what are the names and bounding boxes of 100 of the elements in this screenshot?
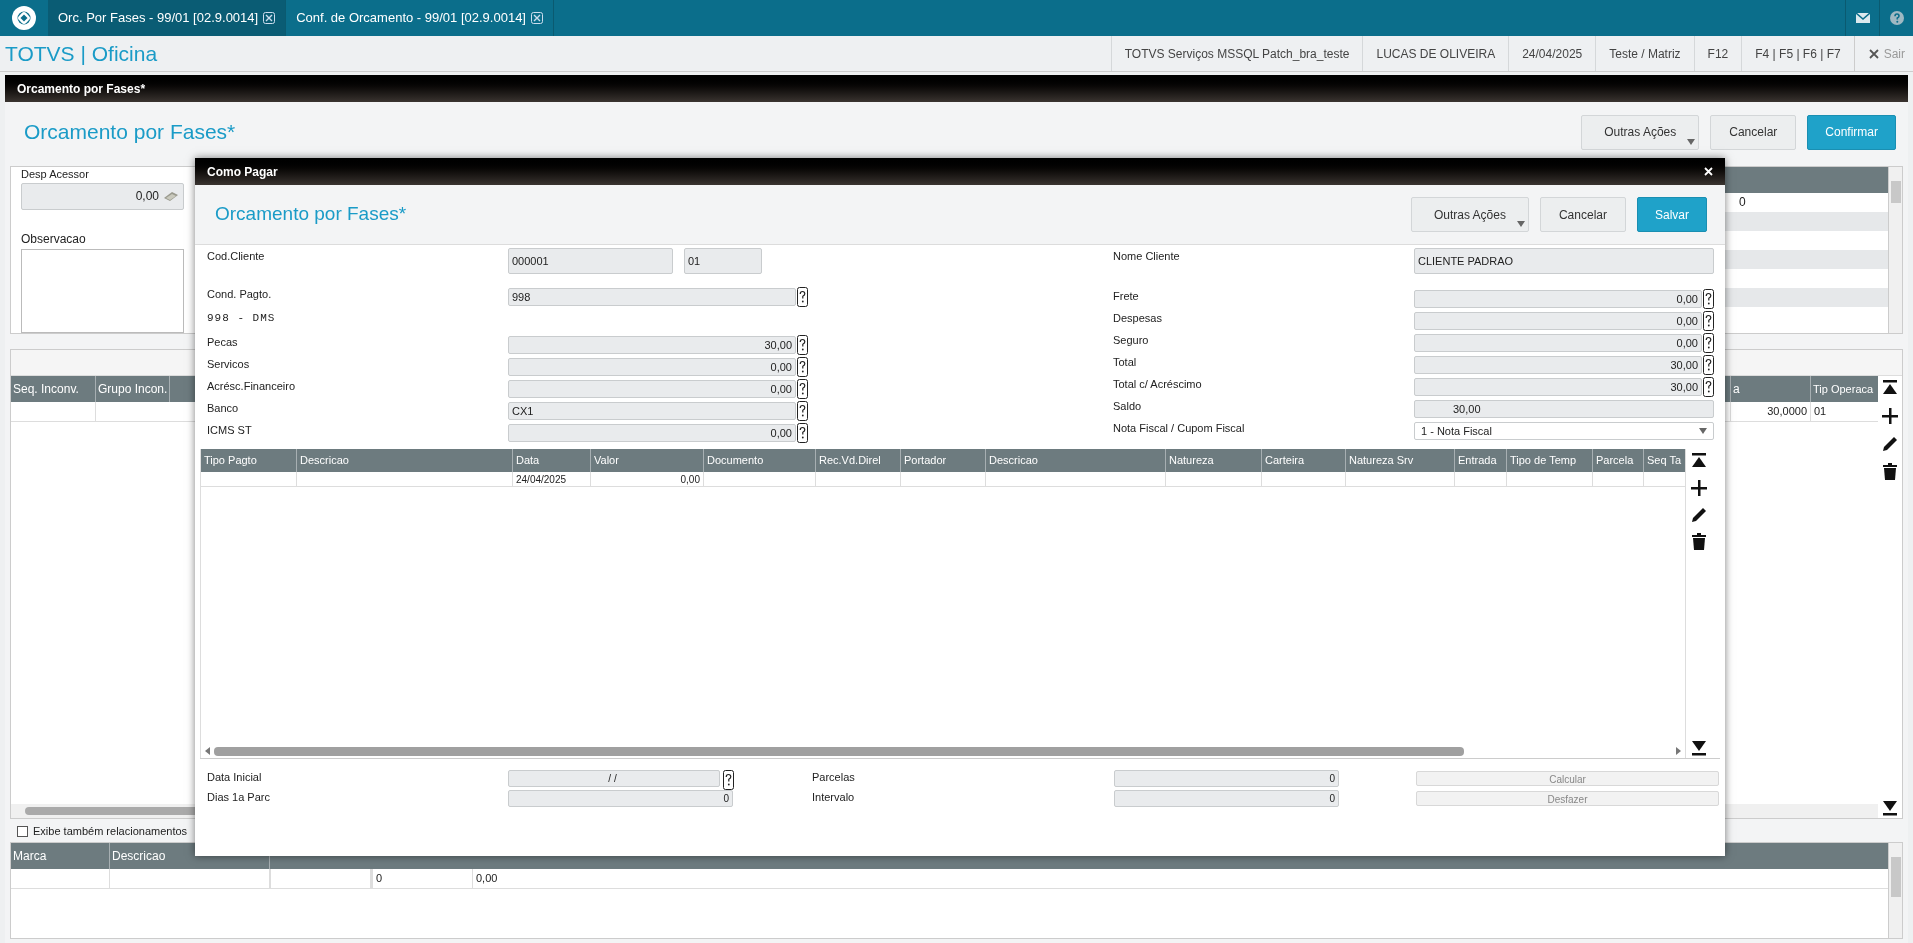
help-lookup-icon[interactable] [797,335,808,355]
input-field[interactable]: 0,00 [508,358,796,376]
close-icon [1868,48,1879,59]
input-field[interactable]: 30,00 [1414,356,1702,374]
caret-icon [1516,221,1525,227]
help-lookup-icon[interactable] [797,423,808,443]
action-button[interactable]: Outras Ações [1410,197,1529,232]
condition-note: 998 - DMS [207,310,276,326]
status-item[interactable]: TOTVS Serviços MSSQL Patch_bra_teste [1110,36,1363,71]
page-bar-title: Orcamento por Fases* [16,80,146,98]
column-header: Seq Ta [1644,449,1685,472]
field-label: Cond. Pagto. [207,287,273,302]
column-header: Valor [591,449,704,472]
mail-icon [1855,13,1870,23]
move-to-bottom-icon[interactable] [1880,798,1900,818]
scrollbar[interactable] [1888,167,1902,333]
input-field[interactable]: / / [508,770,720,787]
input-field[interactable]: 30,00 [1414,400,1714,418]
input-field[interactable]: 0,00 [1414,290,1702,308]
input-field[interactable]: CX1 [508,402,796,420]
input-field[interactable]: 30,00 [508,336,796,354]
column-header: Tipo Pagto [201,449,297,472]
input-field[interactable]: 0,00 [1414,334,1702,352]
table-cell: 24/04/2025 [513,472,591,486]
input-field[interactable]: 0,00 [508,380,796,398]
field-label: ICMS ST [207,423,253,438]
pencil-icon[interactable] [1689,505,1709,525]
column-header: Entrada [1455,449,1507,472]
column-header: Descricao [986,449,1166,472]
help-lookup-icon[interactable] [1703,355,1714,375]
dialog-heading: Orcamento por Fases* [214,202,407,227]
column-header: Seq. Inconv. [11,376,96,402]
field-label: Pecas [207,335,239,350]
pencil-icon[interactable] [1880,434,1900,454]
tab[interactable]: Orc. Por Fases - 99/01 [02.9.0014] [48,0,287,36]
input-field[interactable]: 01 [684,248,762,274]
field-label: Total c/ Acréscimo [1113,377,1203,392]
help-lookup-icon[interactable] [1703,333,1714,353]
field-label: Banco [207,401,240,416]
action-button[interactable]: Cancelar [1710,114,1797,150]
column-header: Documento [704,449,816,472]
checkbox[interactable] [17,825,28,837]
input-field[interactable]: 30,00 [1414,378,1702,396]
help-lookup-icon[interactable] [723,770,734,790]
table-cell: 01 [1810,402,1878,421]
help-lookup-icon[interactable] [1703,289,1714,309]
table-cell: 30,0000 [1730,402,1810,421]
scrollbar[interactable] [1888,843,1902,938]
page-title: Orcamento por Fases* [23,119,236,146]
field-label: Nome Cliente [1113,249,1181,264]
column-header: Carteira [1262,449,1346,472]
column-header: Portador [901,449,986,472]
column-header: Rec.Vd.Direl [816,449,901,472]
field-label: Observacao [21,230,87,248]
field-label: Acrésc.Financeiro [207,379,297,394]
status-item[interactable]: 24/04/2025 [1508,36,1596,71]
field-label: Frete [1113,289,1140,304]
help-lookup-icon[interactable] [1703,311,1714,331]
column-header: Marca [11,843,110,869]
input-field[interactable]: 0 [508,790,733,807]
column-header: Data [513,449,591,472]
status-item[interactable]: F4 | F5 | F6 | F7 [1741,36,1854,71]
column-header: Tip Operaca [1810,376,1878,402]
column-header: Grupo Incon. [96,376,171,402]
add-icon[interactable] [1689,478,1709,498]
field-label: Despesas [1113,311,1163,326]
status-item[interactable]: F12 [1693,36,1742,71]
help-lookup-icon[interactable] [797,379,808,399]
help-icon [1889,11,1904,25]
trash-icon[interactable] [1880,462,1900,482]
status-item[interactable]: Teste / Matriz [1595,36,1694,71]
status-item[interactable]: LUCAS DE OLIVEIRA [1362,36,1509,71]
table-cell: 0,00 [591,472,704,486]
input-field[interactable]: 0,00 [1414,312,1702,330]
trash-icon[interactable] [1689,532,1709,552]
action-button[interactable]: Cancelar [1539,197,1626,232]
field-label: Seguro [1113,333,1150,348]
column-header: Natureza Srv [1346,449,1455,472]
column-header: a [1730,376,1810,402]
input-field[interactable]: 000001 [508,248,673,274]
dropdown[interactable]: 1 - Nota Fiscal [1414,422,1714,440]
column-header: Tipo de Temp [1507,449,1593,472]
field-label: Nota Fiscal / Cupom Fiscal [1113,421,1246,436]
add-icon[interactable] [1880,406,1900,426]
table-cell-text: 0,00 [475,871,498,887]
input-field[interactable]: CLIENTE PADRAO [1414,248,1714,274]
help-lookup-icon[interactable] [797,401,808,421]
help-lookup-icon[interactable] [797,357,808,377]
action-button[interactable]: Outras Ações [1581,114,1700,150]
input-field[interactable]: 0 [1114,790,1339,807]
caret-icon [1699,428,1707,434]
help-lookup-icon[interactable] [797,287,808,307]
input-field[interactable]: 0,00 [508,424,796,442]
caret-icon [1687,138,1696,145]
dialog-title: Como Pagar [207,163,278,181]
desp-field[interactable]: 0,00 [21,183,184,210]
input-field[interactable]: 998 [508,288,796,306]
input-field[interactable]: 0 [1114,770,1339,787]
move-to-bottom-icon[interactable] [1689,738,1709,758]
help-lookup-icon[interactable] [1703,377,1714,397]
